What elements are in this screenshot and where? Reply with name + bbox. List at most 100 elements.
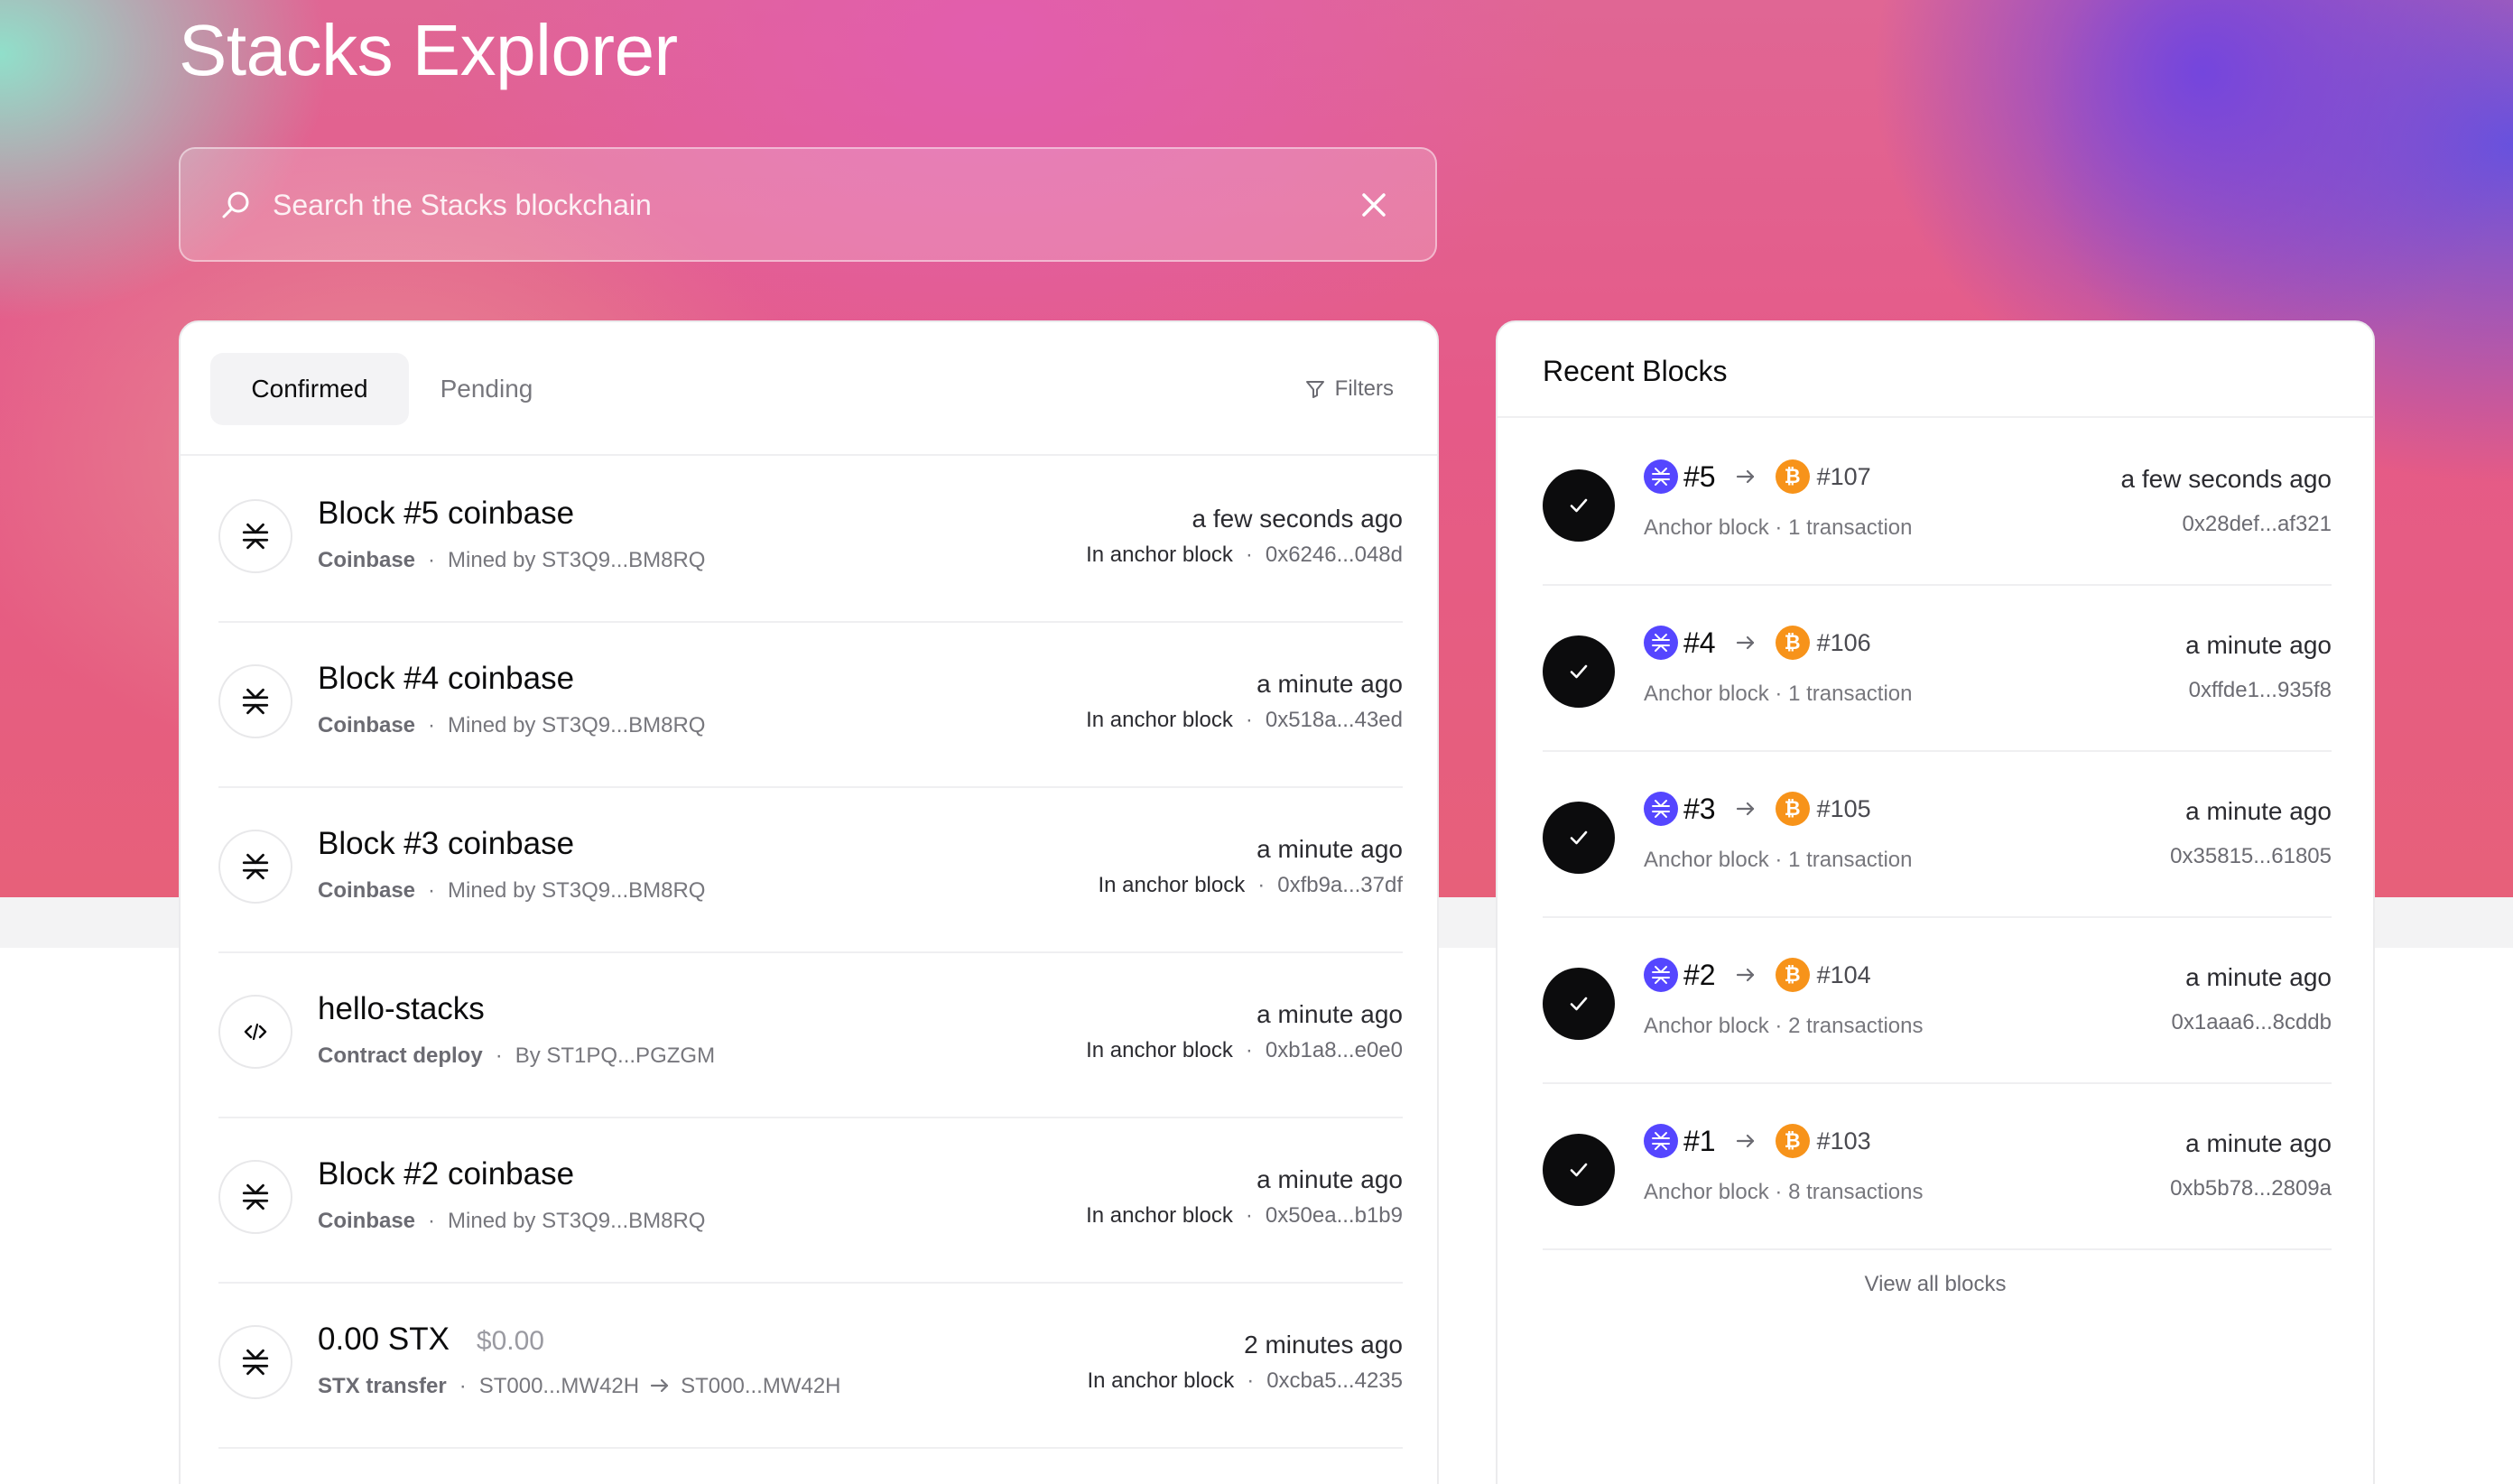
page-title: Stacks Explorer	[179, 10, 678, 90]
block-heights: #1 ₿ #103	[1644, 1124, 1871, 1158]
separator-dot: ·	[428, 713, 436, 737]
stacks-icon	[242, 1183, 269, 1210]
tx-time: a few seconds ago	[1192, 505, 1404, 533]
tx-title-text: Block #3 coinbase	[318, 826, 575, 861]
tx-hash[interactable]: 0x50ea...b1b9	[1266, 1203, 1403, 1229]
stacks-block-height: #5	[1683, 459, 1716, 493]
confirmed-check-icon	[1543, 968, 1615, 1040]
tx-title: hello-stacks	[318, 991, 485, 1027]
block-row[interactable]: #3 ₿ #105 Anchor block · 1 transaction a…	[1543, 752, 2332, 918]
tx-detail: By ST1PQ...PGZGM	[515, 1043, 716, 1068]
block-row[interactable]: #4 ₿ #106 Anchor block · 1 transaction a…	[1543, 586, 2332, 752]
tx-title: Block #4 coinbase	[318, 661, 574, 697]
tx-hash[interactable]: 0xcba5...4235	[1266, 1368, 1403, 1394]
tx-block-label: In anchor block	[1087, 1368, 1235, 1393]
block-row[interactable]: #2 ₿ #104 Anchor block · 2 transactions …	[1543, 918, 2332, 1084]
tx-block-info: In anchor block · 0xb1a8...e0e0	[1086, 1038, 1403, 1063]
stacks-icon	[1652, 800, 1670, 818]
confirmed-check-icon	[1543, 1134, 1615, 1206]
separator-dot: ·	[428, 548, 436, 572]
tx-type-icon	[218, 664, 292, 738]
tx-hash[interactable]: 0xfb9a...37df	[1277, 873, 1403, 898]
stacks-icon	[242, 523, 269, 550]
bitcoin-icon: ₿	[1775, 626, 1810, 660]
tx-block-label: In anchor block	[1086, 543, 1233, 567]
stacks-block-height: #3	[1683, 792, 1716, 825]
transaction-row[interactable]: hello-stacks Contract deploy · By ST1PQ.…	[218, 953, 1403, 1118]
tx-time: a minute ago	[1256, 835, 1403, 863]
separator-dot: ·	[459, 1374, 467, 1398]
transaction-row[interactable]: Block #4 coinbase Coinbase · Mined by ST…	[218, 623, 1403, 788]
arrow-right-icon	[1736, 469, 1754, 484]
separator-dot: ·	[1245, 1038, 1253, 1062]
tx-detail: Mined by ST3Q9...BM8RQ	[448, 548, 706, 572]
tab-pending[interactable]: Pending	[419, 353, 554, 425]
block-heights: #4 ₿ #106	[1644, 626, 1871, 660]
tx-meta: Coinbase · Mined by ST3Q9...BM8RQ	[318, 878, 705, 904]
block-hash[interactable]: 0x1aaa6...8cddb	[2172, 1010, 2332, 1035]
recent-blocks-title: Recent Blocks	[1543, 355, 1728, 387]
separator-dot: ·	[1245, 543, 1253, 567]
tx-sender[interactable]: ST000...MW42H	[479, 1374, 639, 1399]
search-icon	[222, 191, 249, 218]
tx-block-info: In anchor block · 0xfb9a...37df	[1098, 873, 1403, 898]
arrow-right-icon	[1736, 1134, 1754, 1148]
tx-meta: STX transfer · ST000...MW42H ST000...MW4…	[318, 1374, 841, 1399]
search-bar[interactable]	[179, 147, 1437, 262]
transaction-row[interactable]: Block #2 coinbase Coinbase · Mined by ST…	[218, 1118, 1403, 1284]
tx-title: Block #5 coinbase	[318, 496, 574, 532]
confirmed-check-icon	[1543, 469, 1615, 542]
search-input[interactable]	[273, 176, 1302, 234]
bitcoin-block-height: #105	[1816, 794, 1871, 822]
stacks-badge-icon	[1644, 1124, 1678, 1158]
tx-detail: Mined by ST3Q9...BM8RQ	[448, 713, 706, 737]
tx-hash[interactable]: 0x6246...048d	[1266, 543, 1403, 568]
tx-recipient[interactable]: ST000...MW42H	[681, 1374, 840, 1399]
tx-block-info: In anchor block · 0xcba5...4235	[1087, 1368, 1403, 1394]
view-all-blocks-link[interactable]: View all blocks	[1498, 1272, 2373, 1297]
block-time: a few seconds ago	[2120, 465, 2332, 493]
stacks-icon	[242, 688, 269, 715]
tx-kind: Coinbase	[318, 713, 416, 737]
separator-dot: ·	[428, 878, 436, 903]
tx-kind: Coinbase	[318, 1209, 416, 1233]
block-row[interactable]: #5 ₿ #107 Anchor block · 1 transaction a…	[1543, 420, 2332, 586]
stacks-icon	[242, 853, 269, 880]
bitcoin-block-height: #107	[1816, 462, 1871, 490]
block-heights: #3 ₿ #105	[1644, 792, 1871, 826]
bitcoin-icon: ₿	[1775, 792, 1810, 826]
arrow-right-icon	[1736, 802, 1754, 816]
tx-meta: Coinbase · Mined by ST3Q9...BM8RQ	[318, 713, 705, 738]
tx-block-label: In anchor block	[1086, 1038, 1233, 1062]
stacks-badge-icon	[1644, 958, 1678, 992]
transaction-row[interactable]: 0.00 STX $0.00 STX transfer · ST000...MW4…	[218, 1284, 1403, 1449]
stacks-icon	[1652, 1132, 1670, 1150]
block-row[interactable]: #1 ₿ #103 Anchor block · 8 transactions …	[1543, 1084, 2332, 1250]
filters-button[interactable]: Filters	[1304, 371, 1394, 407]
block-subtitle: Anchor block · 2 transactions	[1644, 1014, 1924, 1038]
block-hash[interactable]: 0x35815...61805	[2170, 844, 2332, 869]
tx-type-icon	[218, 499, 292, 573]
arrow-right-icon	[651, 1378, 669, 1393]
block-hash[interactable]: 0xb5b78...2809a	[2170, 1176, 2332, 1201]
tx-block-info: In anchor block · 0x6246...048d	[1086, 543, 1403, 568]
tx-hash[interactable]: 0x518a...43ed	[1266, 708, 1403, 733]
block-heights: #5 ₿ #107	[1644, 459, 1871, 494]
tx-block-label: In anchor block	[1086, 1203, 1233, 1228]
close-icon[interactable]	[1358, 189, 1390, 221]
tx-time: a minute ago	[1256, 1165, 1403, 1193]
tx-type-icon	[218, 830, 292, 904]
tab-confirmed[interactable]: Confirmed	[210, 353, 409, 425]
transaction-row[interactable]: Block #5 coinbase Coinbase · Mined by ST…	[218, 458, 1403, 623]
block-hash[interactable]: 0xffde1...935f8	[2189, 678, 2332, 703]
transaction-row[interactable]: Block #3 coinbase Coinbase · Mined by ST…	[218, 788, 1403, 953]
stacks-badge-icon	[1644, 626, 1678, 660]
recent-blocks-card: Recent Blocks #5 ₿ #107 Anchor block · 1…	[1496, 320, 2375, 1484]
block-time: a minute ago	[2185, 963, 2332, 991]
tab-bar: Confirmed Pending Filters	[181, 322, 1437, 456]
separator-dot: ·	[1245, 1203, 1253, 1228]
tx-usd-value: $0.00	[476, 1326, 544, 1356]
tx-hash[interactable]: 0xb1a8...e0e0	[1266, 1038, 1403, 1063]
tx-detail: Mined by ST3Q9...BM8RQ	[448, 878, 706, 903]
block-hash[interactable]: 0x28def...af321	[2183, 512, 2332, 537]
